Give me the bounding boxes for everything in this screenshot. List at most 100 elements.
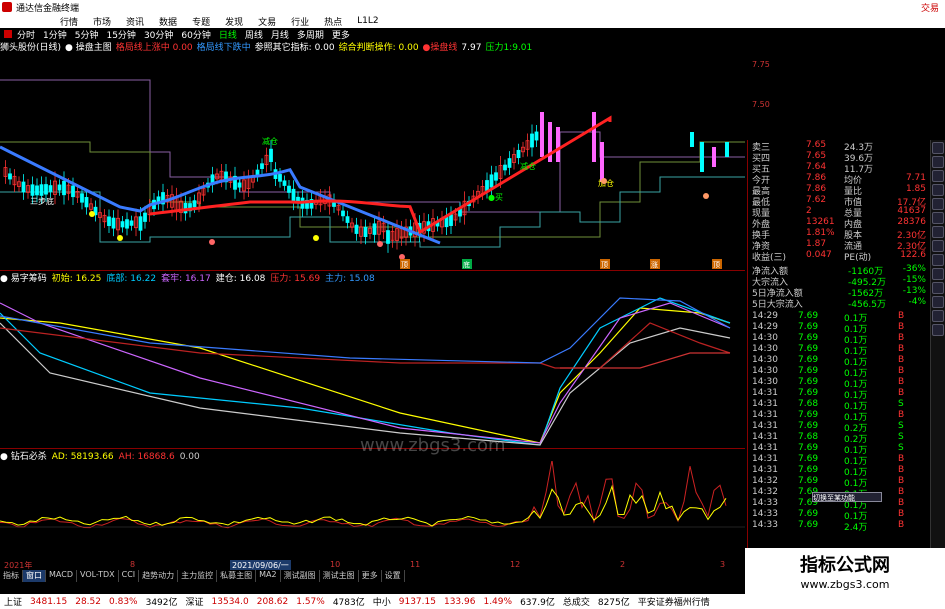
period-tab[interactable]: 30分钟 [141,28,176,41]
flow-row: 5日大宗流入 -456.5万 -4% [748,297,930,310]
indicator-tab[interactable]: 测试副图 [281,570,320,582]
status-item: 0.83% [109,596,138,607]
trade-link[interactable]: 交易 [921,1,939,14]
menu-item[interactable]: 市场 [93,15,111,28]
candlestick-chart[interactable]: 三步底减仓减仓加仓●买顶底顶涨顶 [0,52,745,270]
tick-cell: 14:31 [752,388,778,398]
period-tab[interactable]: 5分钟 [72,28,102,41]
period-tab[interactable]: 更多 [329,28,353,41]
indicator-tab[interactable]: 窗口 [23,570,46,582]
period-tab[interactable]: 60分钟 [178,28,213,41]
side-tool-button[interactable] [932,170,944,182]
signal-label: 减仓 [520,161,536,171]
indicator-tab[interactable]: MA2 [256,570,281,582]
candle [57,184,62,191]
side-tool-button[interactable] [932,198,944,210]
status-item: 上证 [4,598,23,608]
tick-cell: 7.69 [798,366,819,376]
tick-cell: S [898,421,904,431]
popup-tooltip[interactable]: 切换至某功能 [812,492,882,502]
candle [503,164,507,171]
period-tab[interactable]: 15分钟 [103,28,138,41]
menu-item[interactable]: 行业 [291,15,309,28]
period-tab[interactable]: 分时 [14,28,38,41]
status-item: 9137.15 [398,596,436,607]
indicator-tab[interactable]: VOL-TDX [77,570,119,582]
menu-item[interactable]: 数据 [159,15,177,28]
side-tool-button[interactable] [932,310,944,322]
indicator-tab[interactable]: 测试主图 [320,570,359,582]
tick-cell: 7.69 [798,520,819,530]
candle [125,219,129,229]
candle [129,220,134,226]
menu-item[interactable]: 发现 [225,15,243,28]
quote-row: 买四 7.65 39.6万 [748,151,930,164]
side-tool-button[interactable] [932,240,944,252]
side-tool-button[interactable] [932,324,944,336]
menu-item[interactable]: 专题 [192,15,210,28]
quote-row: 最低 7.62 市值 17.7亿 [748,195,930,208]
indicator-tab[interactable]: 私募主图 [217,570,257,582]
indicator-tab[interactable]: 趋势动力 [139,570,179,582]
chip-flat-line [560,352,730,369]
status-item: 4783亿 [332,598,365,608]
indicator-tab[interactable]: 指标 [0,570,23,582]
side-tool-button[interactable] [932,226,944,238]
side-tool-button[interactable] [932,184,944,196]
menu-item[interactable]: 资讯 [126,15,144,28]
side-tool-button[interactable] [932,254,944,266]
candle [71,185,75,198]
tick-cell: B [898,377,905,387]
side-tool-button[interactable] [932,142,944,154]
chip-trapped-line [0,302,731,444]
period-tab[interactable]: 1分钟 [40,28,70,41]
menu-item[interactable]: L1L2 [357,16,378,26]
status-item: 637.9亿 [520,598,555,608]
tick-cell: 14:31 [752,421,778,431]
side-tool-button[interactable] [932,268,944,280]
signal-dot [377,241,383,247]
quote-cell: 7.86 [806,184,827,194]
legend-item: 主力: 15.08 [325,274,375,283]
tick-cell: B [898,366,905,376]
indicator-tab[interactable]: 更多 [359,570,382,582]
quote-row: 收益(三) 0.047 PE(动) 122.6 [748,250,930,263]
status-item: 中小 [372,598,391,608]
indicator-tab[interactable]: MACD [46,570,77,582]
menu-item[interactable]: 文易 [258,15,276,28]
candle [507,158,512,168]
period-tab[interactable]: 月线 [268,28,292,41]
tick-cell: 14:31 [752,410,778,420]
menu-bar: 行情 市场 资讯 数据 专题 发现 文易 行业 热点 L1L2 [0,14,945,28]
flow-pct: -4% [908,297,926,307]
tick-cell: 14:31 [752,443,778,453]
period-tab[interactable]: 多周期 [294,28,327,41]
side-tool-button[interactable] [932,282,944,294]
main-chart-legend: 狮头股份(日线) ● 操盘主图 格局线上涨中 0.00 格局线下跌中 参照其它指标: 0… [0,40,745,52]
period-tab[interactable]: 周线 [242,28,266,41]
side-tool-button[interactable] [932,212,944,224]
quote-cell: 122.6 [900,250,926,260]
menu-item[interactable]: 行情 [60,15,78,28]
legend-item: ●操盘线 [422,43,458,52]
signal-dot [89,211,95,217]
toolbar-icon[interactable] [4,30,12,38]
candle [556,127,560,162]
diamond-indicator-chart[interactable] [0,461,745,560]
period-tab[interactable]: 日线 [216,28,240,41]
title-bar: 通达信金融终端 交易 [0,0,945,14]
candle [291,188,296,202]
indicator-tab[interactable]: 设置 [382,570,405,582]
indicator-tab[interactable]: CCI [119,570,140,582]
chip-indicator-chart[interactable] [0,283,745,448]
side-tool-button[interactable] [932,156,944,168]
quote-cell: 1.87 [806,239,827,249]
menu-item[interactable]: 热点 [324,15,342,28]
side-tool-button[interactable] [932,296,944,308]
quote-cell: 41637 [897,206,926,216]
candle [540,112,544,157]
quote-row: 现量 2 总量 41637 [748,206,930,219]
signal-label: ●买 [488,193,503,202]
indicator-tab[interactable]: 主力监控 [178,570,218,582]
status-item: 3481.15 [30,596,68,607]
